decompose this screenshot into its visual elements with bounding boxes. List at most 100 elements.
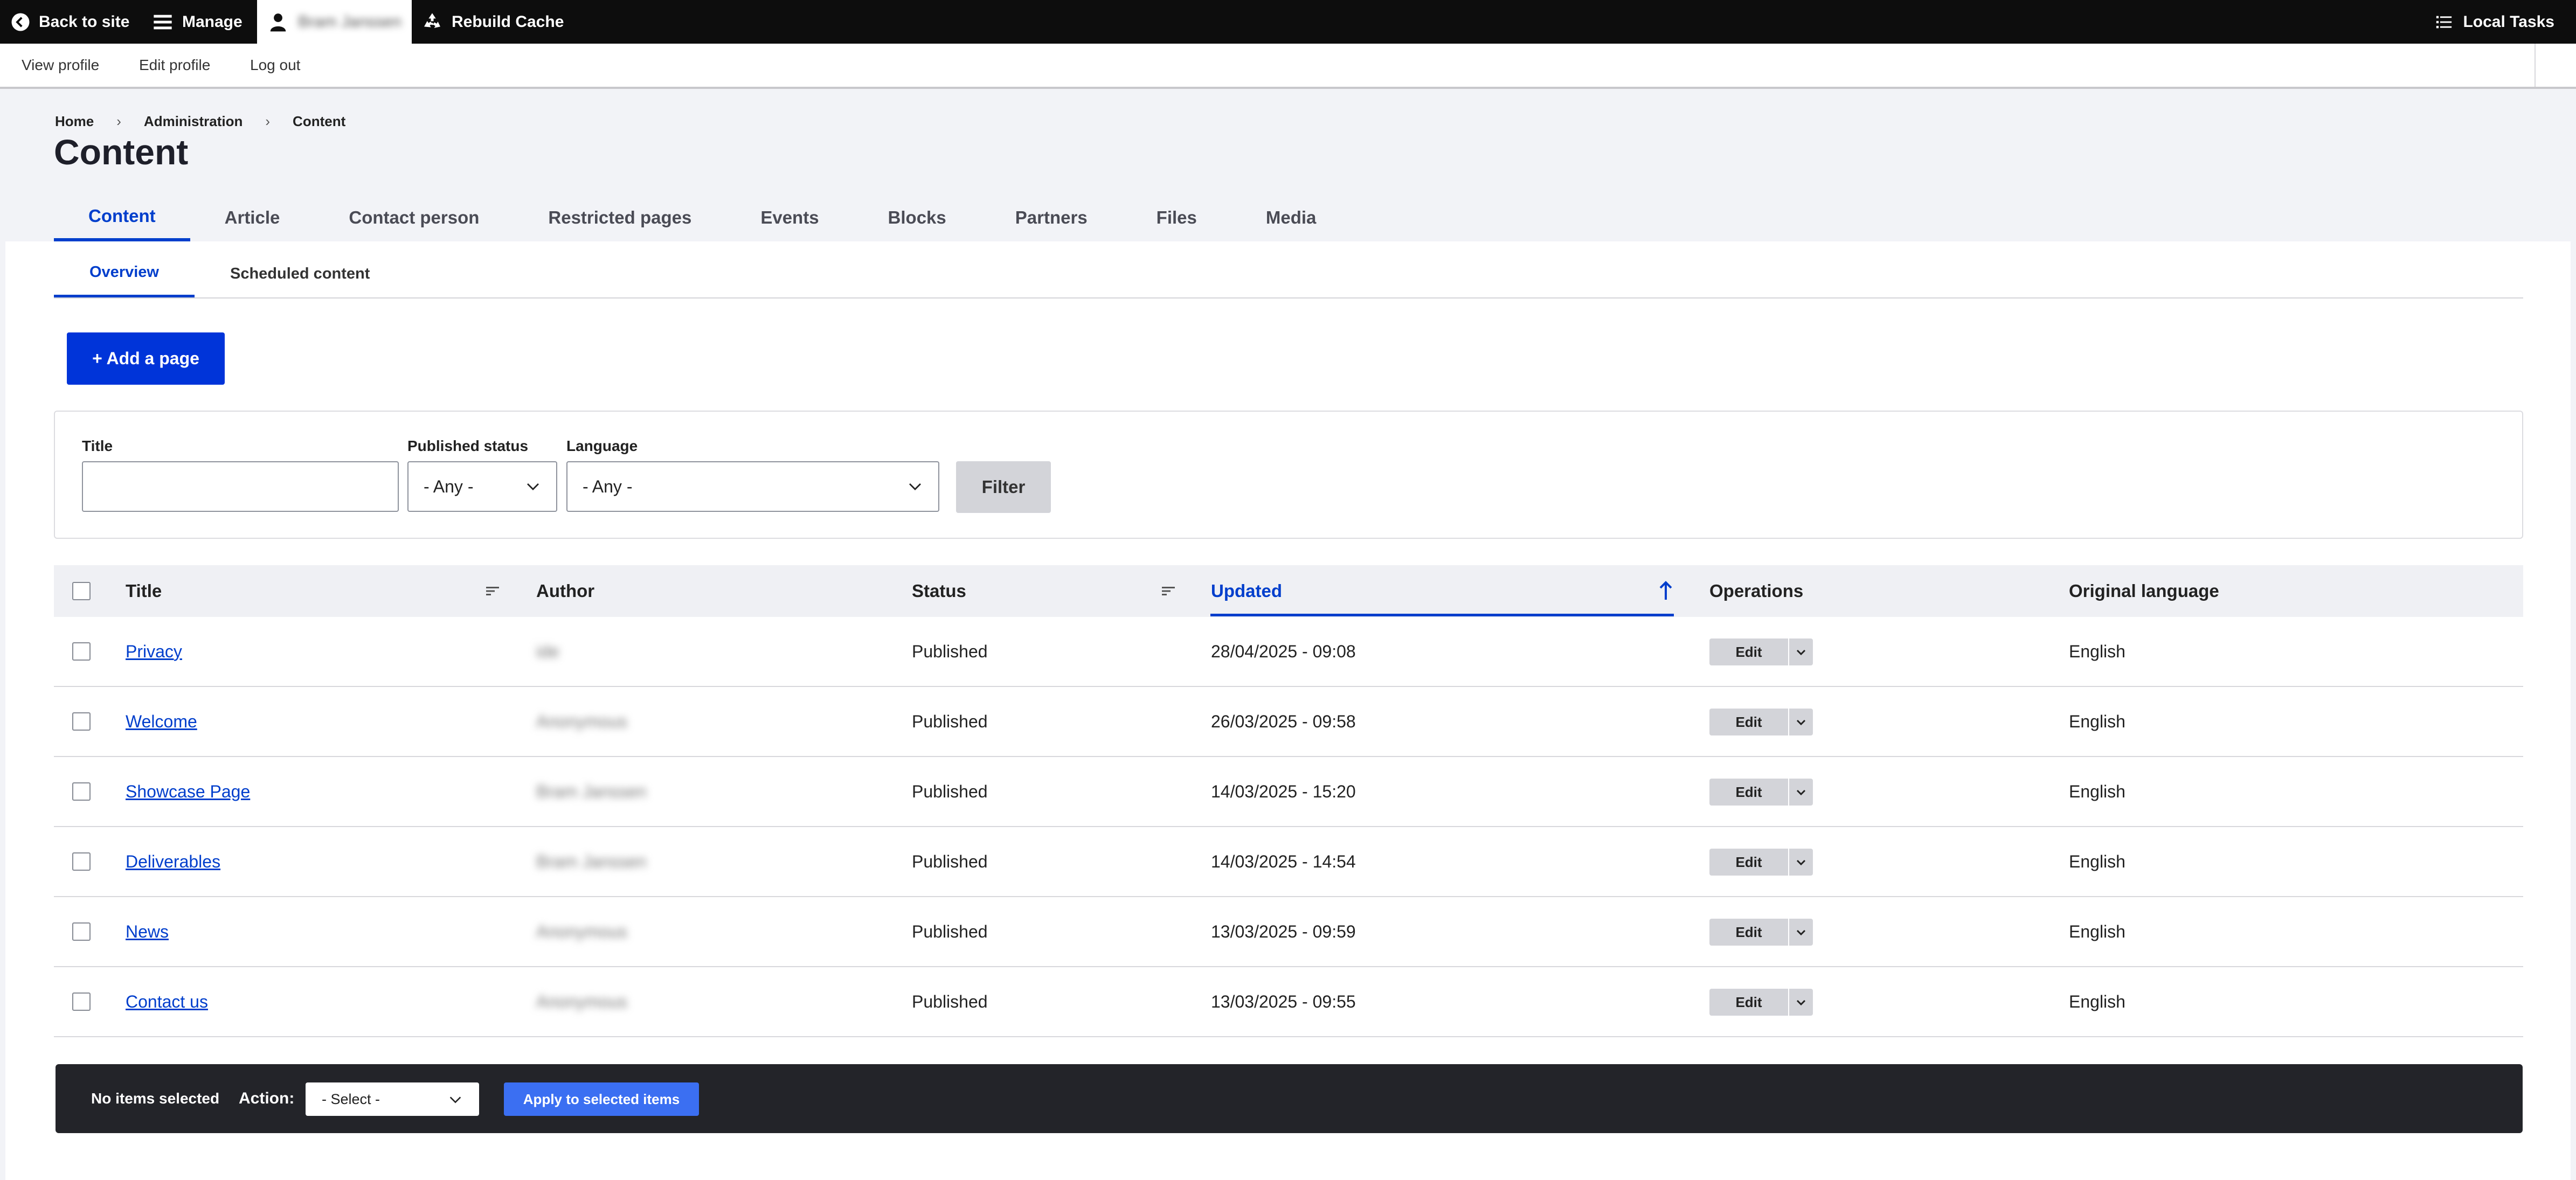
title-filter-input[interactable]	[82, 461, 399, 512]
secondary-tabs: Overview Scheduled content	[54, 250, 405, 297]
row-select-cell	[72, 897, 91, 966]
column-header-updated[interactable]: Updated	[1211, 565, 1282, 617]
row-checkbox[interactable]	[72, 992, 91, 1011]
tab-restricted-pages[interactable]: Restricted pages	[514, 194, 726, 241]
author-cell[interactable]: Bram Janssen	[536, 757, 647, 826]
tab-partners[interactable]: Partners	[981, 194, 1122, 241]
row-select-cell	[72, 617, 91, 686]
chevron-down-icon	[909, 483, 921, 490]
user-tray: View profile Edit profile Log out	[0, 44, 2576, 89]
column-header-operations: Operations	[1709, 581, 1804, 601]
column-header-status[interactable]: Status	[912, 565, 966, 617]
tab-blocks[interactable]: Blocks	[854, 194, 981, 241]
tab-media[interactable]: Media	[1231, 194, 1351, 241]
table-row: Welcome Anonymous Published 26/03/2025 -…	[54, 687, 2523, 757]
language-cell: English	[2069, 641, 2125, 661]
sorted-column-indicator	[1210, 614, 1674, 616]
row-checkbox[interactable]	[72, 782, 91, 801]
manage-toolbar-button[interactable]: Manage	[152, 0, 243, 44]
breadcrumb-administration[interactable]: Administration	[144, 113, 243, 130]
filter-button[interactable]: Filter	[956, 461, 1051, 513]
author-cell[interactable]: Anonymous	[536, 897, 627, 966]
chevron-down-icon	[1796, 859, 1806, 866]
logout-link[interactable]: Log out	[250, 44, 300, 87]
add-page-button[interactable]: + Add a page	[67, 332, 225, 385]
operations-toggle[interactable]	[1788, 849, 1813, 876]
table-row: Privacy ide Published 28/04/2025 - 09:08…	[54, 617, 2523, 687]
operations-dropbutton: Edit	[1709, 919, 1813, 946]
edit-profile-link[interactable]: Edit profile	[139, 44, 210, 87]
back-to-site-label: Back to site	[39, 12, 130, 31]
breadcrumb-content[interactable]: Content	[293, 113, 345, 130]
row-checkbox[interactable]	[72, 922, 91, 941]
primary-tabs: Content Article Contact person Restricte…	[54, 194, 1351, 241]
arrow-up-icon[interactable]	[1658, 580, 1674, 602]
edit-button[interactable]: Edit	[1709, 849, 1788, 876]
operations-toggle[interactable]	[1788, 709, 1813, 735]
content-title-link[interactable]: News	[126, 922, 169, 942]
tab-article[interactable]: Article	[190, 194, 315, 241]
content-title-link[interactable]: Showcase Page	[126, 782, 250, 802]
row-checkbox[interactable]	[72, 712, 91, 731]
chevron-down-icon	[1796, 999, 1806, 1006]
chevron-down-icon	[1796, 929, 1806, 936]
operations-dropbutton: Edit	[1709, 779, 1813, 806]
sort-icon[interactable]	[1162, 586, 1175, 596]
row-checkbox[interactable]	[72, 852, 91, 871]
status-cell: Published	[912, 711, 988, 731]
status-filter-select[interactable]: - Any -	[407, 461, 557, 512]
content-title-link[interactable]: Welcome	[126, 712, 197, 732]
view-profile-link[interactable]: View profile	[22, 44, 99, 87]
author-cell[interactable]: Bram Janssen	[536, 827, 647, 896]
tab-overview[interactable]: Overview	[54, 250, 195, 297]
content-title-link[interactable]: Privacy	[126, 642, 182, 662]
tab-content[interactable]: Content	[54, 194, 190, 241]
edit-button[interactable]: Edit	[1709, 989, 1788, 1016]
sort-icon[interactable]	[486, 586, 499, 596]
tab-scheduled-content[interactable]: Scheduled content	[195, 250, 405, 297]
language-filter-select[interactable]: - Any -	[566, 461, 939, 512]
author-cell[interactable]: Anonymous	[536, 687, 627, 756]
content-title-link[interactable]: Contact us	[126, 992, 208, 1012]
user-icon	[270, 13, 286, 31]
status-cell: Published	[912, 991, 988, 1011]
page-title: Content	[54, 132, 189, 172]
user-toolbar-tab[interactable]: Bram Janssen	[257, 0, 412, 44]
updated-cell: 14/03/2025 - 14:54	[1211, 851, 1356, 871]
table-header: Title Author Status Updated Operations O…	[54, 565, 2523, 617]
row-checkbox[interactable]	[72, 642, 91, 661]
content-title-link[interactable]: Deliverables	[126, 852, 220, 872]
updated-cell: 13/03/2025 - 09:59	[1211, 921, 1356, 941]
operations-toggle[interactable]	[1788, 989, 1813, 1016]
operations-dropbutton: Edit	[1709, 709, 1813, 735]
selected-count: No items selected	[91, 1090, 220, 1107]
author-cell[interactable]: Anonymous	[536, 967, 627, 1036]
updated-cell: 26/03/2025 - 09:58	[1211, 711, 1356, 731]
breadcrumb-home[interactable]: Home	[55, 113, 94, 130]
edit-button[interactable]: Edit	[1709, 709, 1788, 735]
tray-divider	[2535, 44, 2536, 87]
edit-button[interactable]: Edit	[1709, 779, 1788, 806]
tab-contact-person[interactable]: Contact person	[314, 194, 514, 241]
local-tasks-button[interactable]: Local Tasks	[2435, 0, 2554, 44]
edit-button[interactable]: Edit	[1709, 638, 1788, 665]
table-row: Deliverables Bram Janssen Published 14/0…	[54, 827, 2523, 897]
back-to-site-link[interactable]: Back to site	[11, 0, 129, 44]
operations-toggle[interactable]	[1788, 638, 1813, 665]
tabs-divider	[54, 297, 2523, 299]
operations-toggle[interactable]	[1788, 919, 1813, 946]
apply-to-selected-button[interactable]: Apply to selected items	[504, 1082, 699, 1116]
action-select[interactable]: - Select -	[306, 1082, 479, 1116]
edit-button[interactable]: Edit	[1709, 919, 1788, 946]
operations-toggle[interactable]	[1788, 779, 1813, 806]
column-header-author: Author	[536, 581, 595, 601]
author-cell[interactable]: ide	[536, 617, 559, 686]
column-header-title[interactable]: Title	[126, 565, 162, 617]
status-cell: Published	[912, 921, 988, 941]
tab-files[interactable]: Files	[1122, 194, 1231, 241]
action-label: Action:	[239, 1089, 295, 1107]
tab-events[interactable]: Events	[726, 194, 853, 241]
rebuild-cache-button[interactable]: Rebuild Cache	[421, 0, 564, 44]
select-all-checkbox[interactable]	[72, 582, 91, 600]
breadcrumb-separator: ›	[116, 113, 121, 129]
